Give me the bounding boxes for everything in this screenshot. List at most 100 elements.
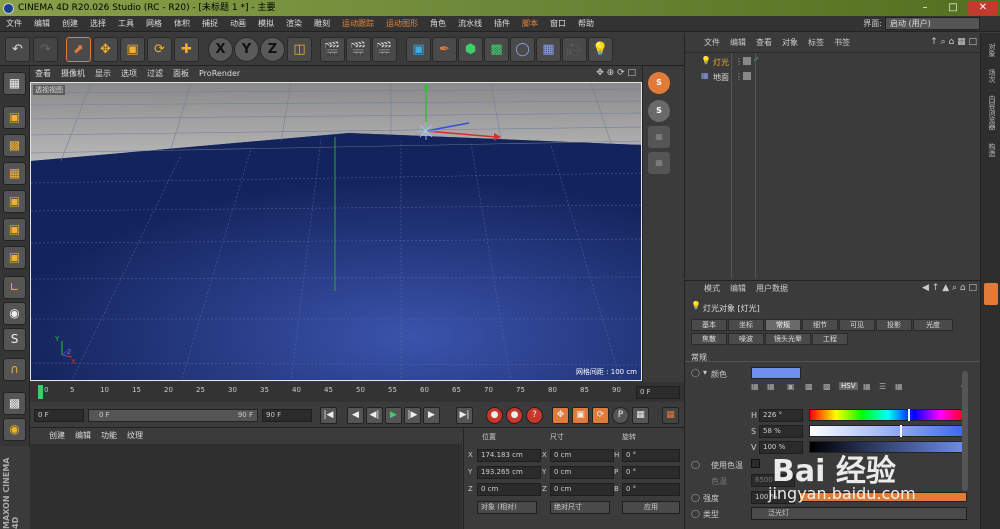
record-icon[interactable]: ● (486, 407, 503, 424)
object-name[interactable]: 地面 (713, 72, 729, 83)
camera-icon[interactable]: 🎥 (562, 37, 587, 62)
menu-mesh[interactable]: 网格 (140, 16, 168, 32)
vp-menu-prorender[interactable]: ProRender (194, 66, 245, 82)
floor-icon[interactable]: ▦ (536, 37, 561, 62)
menu-mograph[interactable]: 运动图形 (380, 16, 424, 32)
timeline-end-field[interactable]: 0 F (636, 386, 680, 399)
s-field[interactable]: 58 % (759, 425, 803, 438)
render-settings-icon[interactable]: 🎬 (372, 37, 397, 62)
z-axis-icon[interactable]: Z (260, 37, 285, 62)
menu-render[interactable]: 渲染 (280, 16, 308, 32)
key-rotation-icon[interactable]: ⟳ (592, 407, 609, 424)
object-row-floor[interactable]: ▦ 地面 ⋮ (685, 70, 981, 84)
obj-menu-view[interactable]: 查看 (751, 33, 777, 53)
size-z-field[interactable]: 0 cm (550, 483, 614, 496)
scale-tool-icon[interactable]: ▣ (120, 37, 145, 62)
menu-pipeline[interactable]: 流水线 (452, 16, 488, 32)
rot-b-field[interactable]: 0 ° (622, 483, 680, 496)
menu-select[interactable]: 选择 (84, 16, 112, 32)
make-editable-icon[interactable]: ▦ (3, 72, 26, 95)
menu-tools[interactable]: 工具 (112, 16, 140, 32)
mixer-icon[interactable]: ▩ (823, 382, 831, 391)
obj-menu-file[interactable]: 文件 (699, 33, 725, 53)
tab-content-browser[interactable]: 内容浏览器 (985, 95, 997, 130)
mat-menu-create[interactable]: 创建 (44, 428, 70, 444)
hue-handle[interactable] (908, 409, 910, 421)
cube-icon[interactable]: ▣ (406, 37, 431, 62)
menu-volume[interactable]: 体积 (168, 16, 196, 32)
tab-details[interactable]: 细节 (802, 319, 838, 331)
expand-arrow-icon[interactable]: ▾ (703, 368, 707, 377)
tab-shadow[interactable]: 投影 (876, 319, 912, 331)
anim-dot-icon[interactable]: ◯ (691, 509, 700, 518)
rot-p-field[interactable]: 0 ° (622, 466, 680, 479)
key-parameter-icon[interactable]: P (612, 407, 629, 424)
tab-coord[interactable]: 坐标 (728, 319, 764, 331)
menu-window[interactable]: 窗口 (544, 16, 572, 32)
max-frame-field[interactable]: 90 F (262, 409, 312, 422)
polygons-mode-icon[interactable]: ▣ (3, 246, 26, 269)
menu-file[interactable]: 文件 (0, 16, 28, 32)
menu-animate[interactable]: 动画 (224, 16, 252, 32)
anim-dot-icon[interactable]: ◯ (691, 493, 700, 502)
vp-menu-display[interactable]: 显示 (90, 66, 116, 82)
obj-menu-tag[interactable]: 标签 (803, 33, 829, 53)
sliders-icon[interactable]: ☰ (879, 382, 886, 391)
wheel-icon[interactable]: ▦ (751, 382, 759, 391)
workplane-mode-icon[interactable]: ▦ (3, 162, 26, 185)
obj-nav-icons[interactable]: ↑ ⌕ ⌂ ▦ □ (930, 37, 977, 47)
tab-lens-glow[interactable]: 镜头光晕 (765, 333, 811, 345)
object-row-light[interactable]: 💡 灯光 ⋮ ✓ (685, 55, 981, 69)
visibility-dots[interactable]: ⋮ (735, 72, 743, 81)
quantize-icon[interactable]: ▦ (648, 126, 670, 148)
y-axis-icon[interactable]: Y (234, 37, 259, 62)
key-scale-icon[interactable]: ▣ (572, 407, 589, 424)
snap-enable-icon[interactable]: S (648, 100, 670, 122)
tab-caustics[interactable]: 焦散 (691, 333, 727, 345)
viewport-nav-icons[interactable]: ✥ ⊕ ⟳ □ (596, 68, 636, 78)
lock-workplane-icon[interactable]: ▩ (3, 392, 26, 415)
enabled-check-icon[interactable]: ✓ (753, 55, 760, 64)
auto-key-icon[interactable]: ● (506, 407, 523, 424)
pen-icon[interactable]: ✒ (432, 37, 457, 62)
layer-icon[interactable] (743, 57, 751, 65)
obj-menu-bookmark[interactable]: 书签 (829, 33, 855, 53)
axis-mode-icon[interactable]: ∟ (3, 276, 26, 299)
anim-dot-icon[interactable]: ◯ (691, 460, 700, 469)
tab-noise[interactable]: 噪波 (728, 333, 764, 345)
kelvin-icon[interactable]: ▦ (863, 382, 871, 391)
undo-icon[interactable]: ↶ (5, 37, 30, 62)
spectrum-icon[interactable]: ▦ (767, 382, 775, 391)
go-start-icon[interactable]: |◀ (320, 407, 337, 424)
snap-settings-icon[interactable]: S (648, 72, 670, 94)
obj-menu-object[interactable]: 对象 (777, 33, 803, 53)
attr-menu-mode[interactable]: 模式 (699, 281, 725, 297)
anim-dot-icon[interactable]: ◯ (691, 368, 700, 377)
move-tool-icon[interactable]: ✥ (93, 37, 118, 62)
saturation-slider[interactable] (809, 425, 967, 437)
magnet-icon[interactable]: ∩ (3, 358, 26, 381)
key-point-level-icon[interactable]: ▦ (632, 407, 649, 424)
attr-menu-userdata[interactable]: 用户数据 (751, 281, 793, 297)
key-position-icon[interactable]: ✥ (552, 407, 569, 424)
pos-z-field[interactable]: 0 cm (477, 483, 541, 496)
frame-range-slider[interactable]: 0 F 90 F (88, 409, 258, 422)
attr-scrollbar[interactable] (962, 371, 968, 491)
play-icon[interactable]: ▶ (385, 407, 402, 424)
use-temp-checkbox[interactable] (751, 459, 760, 468)
viewport[interactable]: Y X Z 透视视图 网格间距 : 100 cm (30, 82, 642, 381)
menu-plugins[interactable]: 插件 (488, 16, 516, 32)
visibility-dots[interactable]: ⋮ (735, 57, 743, 66)
rot-h-field[interactable]: 0 ° (622, 449, 680, 462)
apply-button[interactable]: 应用 (622, 501, 680, 514)
menu-simulate[interactable]: 模拟 (252, 16, 280, 32)
go-end-icon[interactable]: ▶| (456, 407, 473, 424)
tab-visible[interactable]: 可见 (839, 319, 875, 331)
solo-icon[interactable]: ◉ (3, 418, 26, 441)
coord-mode-select[interactable]: 对象 (相对) (477, 501, 537, 514)
snap-icon[interactable]: S (3, 328, 26, 351)
close-button[interactable]: ✕ (968, 1, 998, 15)
layout-select[interactable]: 启动 (用户) (885, 17, 980, 30)
next-key-icon[interactable]: ▶ (423, 407, 440, 424)
transform-tool-icon[interactable]: ✚ (174, 37, 199, 62)
